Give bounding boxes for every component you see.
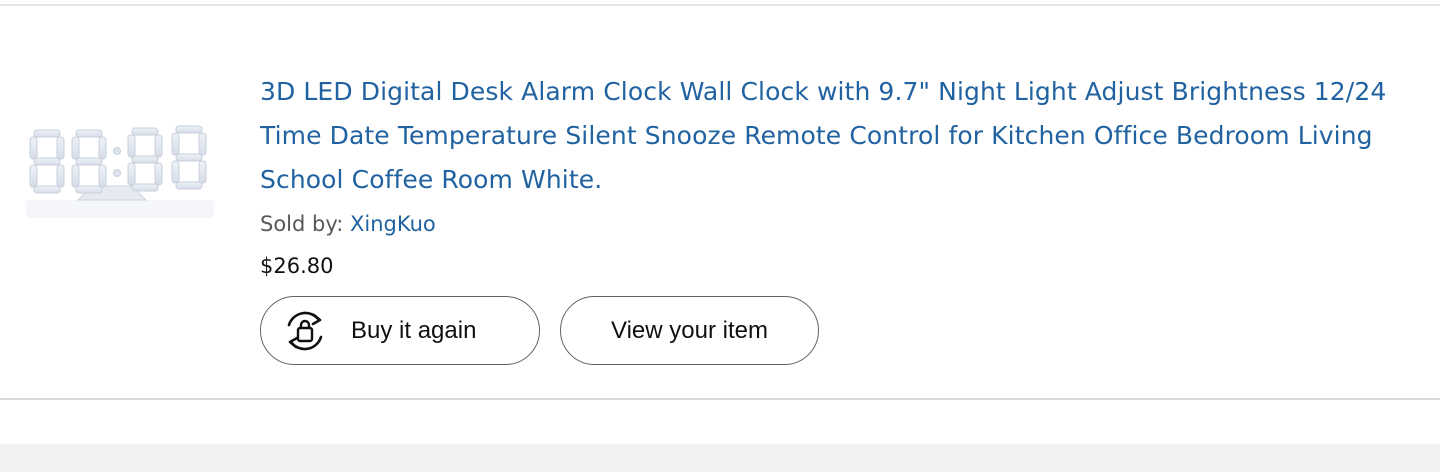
buy-it-again-label: Buy it again bbox=[351, 316, 477, 344]
seller-link[interactable]: XingKuo bbox=[350, 212, 436, 236]
footer-band bbox=[0, 444, 1440, 472]
order-item-card: 3D LED Digital Desk Alarm Clock Wall Clo… bbox=[0, 6, 1440, 398]
action-buttons: Buy it again View your item bbox=[260, 296, 819, 365]
buy-it-again-button[interactable]: Buy it again bbox=[260, 296, 540, 365]
item-price: $26.80 bbox=[260, 254, 334, 278]
sold-by-label: Sold by: bbox=[260, 212, 344, 236]
sold-by-line: Sold by: XingKuo bbox=[260, 210, 1420, 238]
view-your-item-label: View your item bbox=[611, 316, 768, 344]
product-image[interactable] bbox=[22, 118, 220, 222]
order-item-details: 3D LED Digital Desk Alarm Clock Wall Clo… bbox=[260, 70, 1420, 280]
bottom-divider bbox=[0, 398, 1440, 400]
product-title-link[interactable]: 3D LED Digital Desk Alarm Clock Wall Clo… bbox=[260, 70, 1420, 202]
reorder-bag-icon bbox=[287, 311, 323, 350]
view-your-item-button[interactable]: View your item bbox=[560, 296, 819, 365]
